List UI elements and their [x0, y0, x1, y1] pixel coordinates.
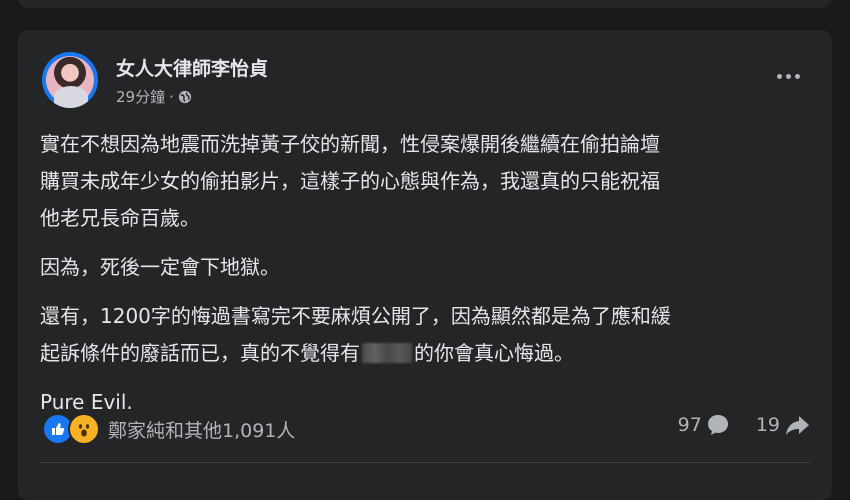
- post-time[interactable]: 29分鐘: [116, 86, 165, 107]
- more-dot: [785, 73, 791, 79]
- comments-count: 97: [677, 414, 702, 436]
- text-line: 購買未成年少女的偷拍影片，這樣子的心態與作為，我還真的只能祝福: [40, 169, 660, 193]
- paragraph-3: 還有，1200字的悔過書寫完不要麻煩公開了，因為顯然都是為了應和緩 起訴條件的廢…: [40, 298, 820, 372]
- paragraph-1: 實在不想因為地震而洗掉黃子佼的新聞，性侵案爆開後繼續在偷拍論壇 購買未成年少女的…: [40, 126, 820, 237]
- post-body: 實在不想因為地震而洗掉黃子佼的新聞，性侵案爆開後繼續在偷拍論壇 購買未成年少女的…: [40, 126, 820, 433]
- shares-count: 19: [755, 414, 780, 436]
- share-icon: [786, 416, 809, 435]
- text-line: 因為，死後一定會下地獄。: [40, 255, 280, 279]
- footer-divider: [40, 462, 810, 463]
- text-line: 實在不想因為地震而洗掉黃子佼的新聞，性侵案爆開後繼續在偷拍論壇: [40, 132, 660, 156]
- previous-post-card: [18, 0, 832, 8]
- text-line: 他老兄長命百歲。: [40, 206, 200, 230]
- comment-icon: [707, 415, 728, 435]
- globe-icon[interactable]: [178, 90, 192, 104]
- shares-count-button[interactable]: 19: [756, 413, 810, 437]
- text-line: 起訴條件的廢話而已，真的不覺得有: [40, 341, 360, 365]
- comments-count-button[interactable]: 97: [678, 413, 730, 437]
- wow-icon: [68, 413, 100, 445]
- more-icon[interactable]: [770, 66, 806, 86]
- reactions-text[interactable]: 鄭家純和其他1,091人: [108, 416, 295, 443]
- author-name[interactable]: 女人大律師李怡貞: [116, 54, 268, 81]
- censored-mosaic: [362, 343, 412, 363]
- author-avatar[interactable]: [42, 52, 98, 108]
- paragraph-2: 因為，死後一定會下地獄。: [40, 249, 820, 286]
- text-line: 還有，1200字的悔過書寫完不要麻煩公開了，因為顯然都是為了應和緩: [40, 304, 671, 328]
- avatar-body: [54, 86, 88, 108]
- post-card: 女人大律師李怡貞 29分鐘 · 實在不想因為地震而洗掉黃子佼的新聞，性侵案爆開後…: [18, 30, 832, 500]
- text-line: Pure Evil.: [40, 390, 133, 414]
- reactions-summary[interactable]: 鄭家純和其他1,091人: [42, 413, 295, 445]
- meta-separator: ·: [169, 87, 174, 106]
- more-dot: [794, 73, 800, 79]
- text-line: 的你會真心悔過。: [414, 341, 574, 365]
- post-meta: 29分鐘 ·: [116, 86, 192, 107]
- more-dot: [776, 73, 782, 79]
- engagement-counts: 97 19: [652, 413, 810, 437]
- post-footer: 鄭家純和其他1,091人 97 19: [40, 413, 810, 447]
